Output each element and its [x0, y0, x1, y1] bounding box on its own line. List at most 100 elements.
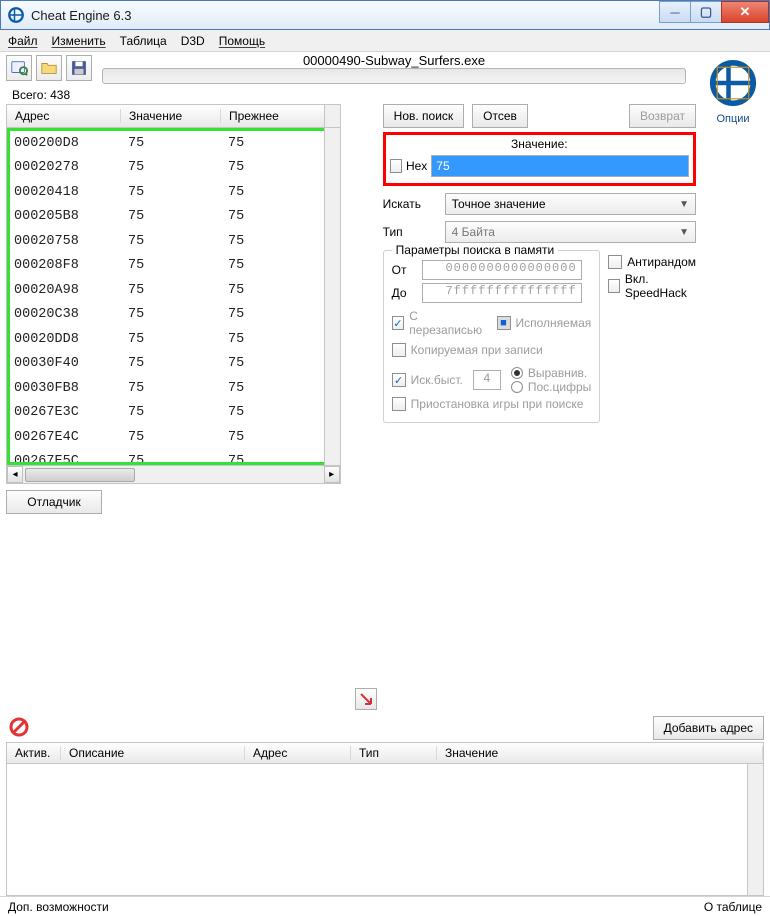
cell-previous: 75 [228, 307, 337, 322]
chevron-down-icon: ▼ [679, 227, 689, 238]
menubar: Файл Изменить Таблица D3D Помощь [0, 30, 770, 52]
cell-previous: 75 [228, 381, 337, 396]
cell-address: 00020C38 [14, 307, 128, 322]
header-previous[interactable]: Прежнее [221, 109, 340, 123]
table-row[interactable]: 000204187575 [10, 180, 337, 205]
cell-previous: 75 [228, 185, 337, 200]
to-input[interactable]: 7fffffffffffffff [422, 283, 582, 303]
table-row[interactable]: 00267E3C7575 [10, 401, 337, 426]
speedhack-label: Вкл. SpeedHack [625, 272, 696, 300]
value-group: Значение: Hex 75 [383, 132, 696, 186]
menu-help[interactable]: Помощь [219, 34, 265, 48]
cell-value: 75 [128, 160, 228, 175]
open-file-button[interactable] [36, 55, 62, 81]
cell-value: 75 [128, 356, 228, 371]
header-address[interactable]: Адрес [7, 109, 121, 123]
scan-type-select[interactable]: Точное значение ▼ [445, 193, 696, 215]
executable-checkbox: ■ [497, 316, 511, 330]
bheader-addr[interactable]: Адрес [245, 746, 351, 760]
add-address-button[interactable]: Добавить адрес [653, 716, 764, 740]
value-type-label: Тип [383, 225, 439, 239]
value-input[interactable]: 75 [431, 155, 689, 177]
cell-address: 00020278 [14, 160, 128, 175]
hex-checkbox[interactable] [390, 159, 402, 173]
table-row[interactable]: 00267E5C7575 [10, 450, 337, 466]
cell-address: 00030F40 [14, 356, 128, 371]
vertical-scrollbar[interactable] [324, 128, 340, 465]
scroll-right-icon[interactable]: ▸ [324, 466, 340, 483]
cell-value: 75 [128, 454, 228, 465]
save-button[interactable] [66, 55, 92, 81]
horizontal-scrollbar[interactable]: ◂ ▸ [6, 466, 341, 484]
table-row[interactable]: 00030FB87575 [10, 376, 337, 401]
cell-previous: 75 [228, 405, 337, 420]
bheader-active[interactable]: Актив. [7, 746, 61, 760]
close-button[interactable]: ✕ [721, 1, 769, 23]
cell-address: 00267E3C [14, 405, 128, 420]
antirandom-label: Антирандом [627, 255, 696, 269]
results-table[interactable]: 000200D875750002027875750002041875750002… [6, 128, 341, 466]
add-to-list-button[interactable] [355, 688, 377, 710]
header-value[interactable]: Значение [121, 109, 221, 123]
speedhack-checkbox[interactable] [608, 279, 620, 293]
table-row[interactable]: 000208F87575 [10, 254, 337, 279]
bheader-type[interactable]: Тип [351, 746, 437, 760]
memory-view-button[interactable] [6, 716, 32, 738]
executable-label: Исполняемая [516, 316, 592, 330]
to-label: До [392, 286, 416, 300]
menu-table[interactable]: Таблица [120, 34, 167, 48]
new-scan-button[interactable]: Нов. поиск [383, 104, 465, 128]
titlebar: Cheat Engine 6.3 ─ ▢ ✕ [0, 0, 770, 30]
cell-value: 75 [128, 307, 228, 322]
table-row[interactable]: 000202787575 [10, 156, 337, 181]
fastscan-label: Иск.быст. [411, 373, 463, 387]
cell-address: 00267E4C [14, 430, 128, 445]
table-row[interactable]: 00020C387575 [10, 303, 337, 328]
cell-previous: 75 [228, 430, 337, 445]
lastdigits-radio [511, 381, 523, 393]
cell-value: 75 [128, 332, 228, 347]
cheat-table-header: Актив. Описание Адрес Тип Значение [6, 742, 764, 764]
menu-file[interactable]: Файл [8, 34, 38, 48]
vertical-scrollbar[interactable] [747, 764, 763, 895]
cell-value: 75 [128, 430, 228, 445]
cell-value: 75 [128, 185, 228, 200]
from-input[interactable]: 0000000000000000 [422, 260, 582, 280]
antirandom-checkbox[interactable] [608, 255, 622, 269]
scan-type-value: Точное значение [452, 197, 546, 211]
debugger-button[interactable]: Отладчик [6, 490, 102, 514]
cell-address: 00030FB8 [14, 381, 128, 396]
vertical-scrollbar[interactable] [324, 105, 340, 127]
status-left[interactable]: Доп. возможности [8, 900, 109, 914]
cell-previous: 75 [228, 234, 337, 249]
cheat-table-body[interactable] [6, 764, 764, 896]
table-row[interactable]: 00267E4C7575 [10, 425, 337, 450]
scroll-thumb[interactable] [25, 468, 135, 482]
bheader-desc[interactable]: Описание [61, 746, 245, 760]
menu-d3d[interactable]: D3D [181, 34, 205, 48]
cell-value: 75 [128, 381, 228, 396]
scan-type-label: Искать [383, 197, 439, 211]
statusbar: Доп. возможности О таблице [0, 896, 770, 916]
scroll-left-icon[interactable]: ◂ [7, 466, 23, 483]
cell-address: 00020A98 [14, 283, 128, 298]
menu-edit[interactable]: Изменить [52, 34, 106, 48]
memory-scan-options: Параметры поиска в памяти От 00000000000… [383, 250, 601, 423]
open-process-button[interactable] [6, 55, 32, 81]
table-row[interactable]: 00030F407575 [10, 352, 337, 377]
cell-address: 00020418 [14, 185, 128, 200]
bheader-value[interactable]: Значение [437, 746, 763, 760]
table-row[interactable]: 00020DD87575 [10, 327, 337, 352]
lastdigits-label: Пос.цифры [528, 380, 591, 394]
table-row[interactable]: 000207587575 [10, 229, 337, 254]
next-scan-button[interactable]: Отсев [472, 104, 528, 128]
maximize-button[interactable]: ▢ [690, 1, 722, 23]
fastscan-digit: 4 [473, 370, 501, 390]
minimize-button[interactable]: ─ [659, 1, 691, 23]
table-row[interactable]: 000205B87575 [10, 205, 337, 230]
cell-address: 00020DD8 [14, 332, 128, 347]
writable-label: С перезаписью [409, 309, 484, 337]
table-row[interactable]: 000200D87575 [10, 131, 337, 156]
status-right[interactable]: О таблице [704, 900, 762, 914]
table-row[interactable]: 00020A987575 [10, 278, 337, 303]
